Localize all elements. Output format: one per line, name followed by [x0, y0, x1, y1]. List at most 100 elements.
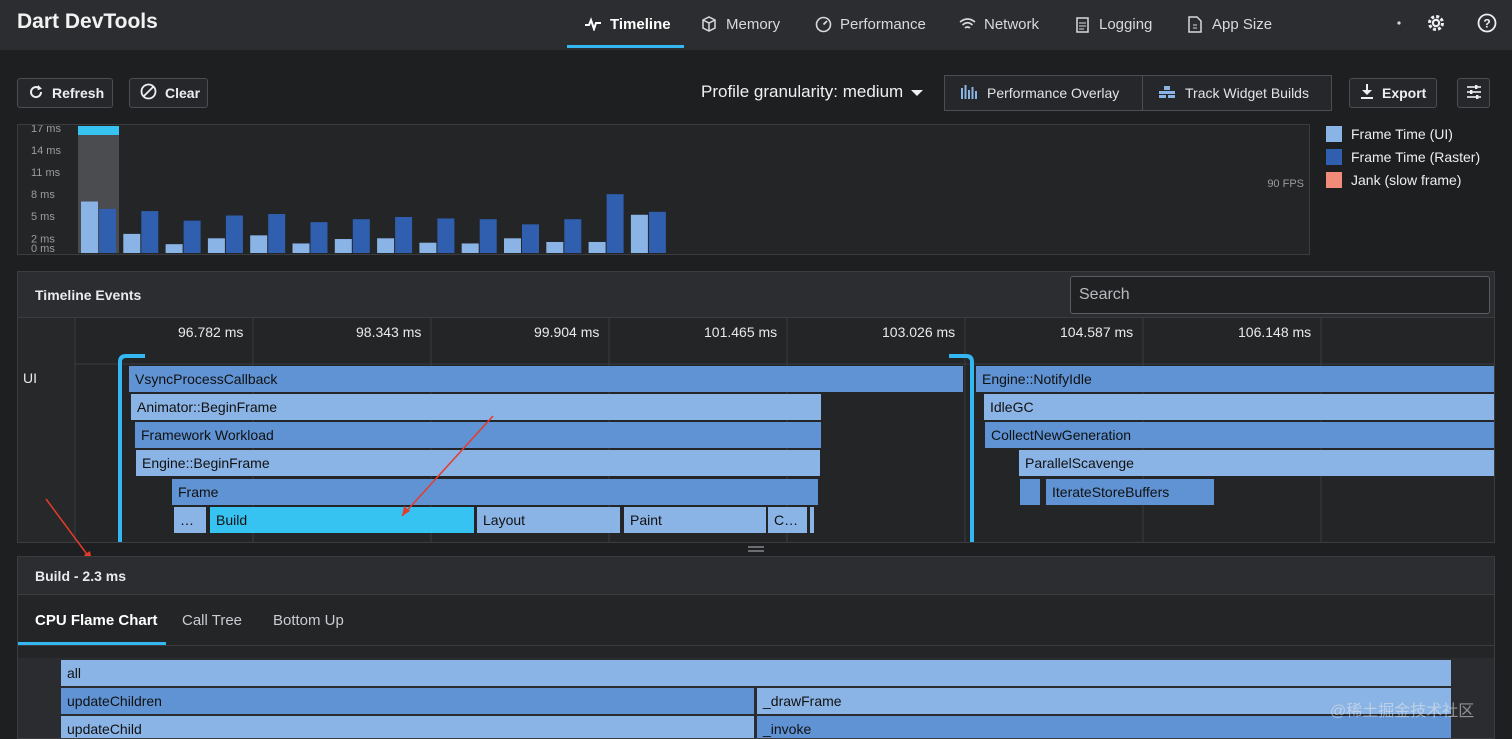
performance-overlay-button[interactable]: Performance Overlay — [944, 75, 1143, 111]
event-bar[interactable]: Engine::BeginFrame — [136, 450, 820, 476]
settings-icon[interactable] — [1425, 12, 1447, 34]
logging-icon — [1073, 15, 1091, 33]
flame-chart-area: all updateChildren _drawFrame updateChil… — [18, 658, 1494, 738]
event-bar[interactable]: VsyncProcessCallback — [129, 366, 963, 392]
flame-bar[interactable]: updateChild — [61, 716, 754, 738]
tab-network[interactable]: Network — [958, 0, 1039, 48]
y-tick-label: 14 ms — [31, 145, 61, 157]
legend-swatch — [1326, 125, 1342, 142]
search-input[interactable] — [1070, 276, 1490, 314]
dropdown-arrow-icon — [911, 82, 924, 102]
event-bar[interactable]: CollectNewGeneration — [985, 422, 1494, 448]
event-bar[interactable]: Animator::BeginFrame — [131, 394, 821, 420]
svg-text:?: ? — [1483, 17, 1490, 31]
event-bar-selected[interactable]: Build — [210, 507, 474, 533]
time-label: 104.587 ms — [1060, 324, 1134, 340]
time-label: 98.343 ms — [356, 324, 422, 340]
tab-cpu-flame-chart[interactable]: CPU Flame Chart — [35, 595, 158, 645]
tab-call-tree[interactable]: Call Tree — [182, 595, 242, 645]
memory-icon — [700, 15, 718, 33]
frame-chart[interactable]: 17 ms 14 ms 11 ms 8 ms 5 ms 2 ms 0 ms 90 FPS — [17, 123, 1311, 256]
time-label: 96.782 ms — [178, 324, 244, 340]
event-bar[interactable]: Layout — [477, 507, 620, 533]
legend-swatch — [1326, 171, 1342, 188]
app-bar: Dart DevTools Timeline Memory Performanc… — [0, 0, 1512, 50]
tab-performance[interactable]: Performance — [814, 0, 926, 48]
download-icon — [1360, 83, 1374, 103]
frame-bar-raster — [141, 211, 159, 253]
event-bar[interactable]: … — [174, 507, 206, 533]
selected-frame-marker — [78, 126, 119, 135]
track-widget-builds-label: Track Widget Builds — [1185, 85, 1309, 101]
tab-logging[interactable]: Logging — [1073, 0, 1152, 48]
event-bar[interactable]: Engine::NotifyIdle — [976, 366, 1494, 392]
tab-memory[interactable]: Memory — [700, 0, 780, 48]
event-bar[interactable]: ParallelScavenge — [1019, 450, 1494, 476]
legend-swatch — [1326, 148, 1342, 165]
refresh-icon — [28, 84, 44, 103]
flame-bar[interactable]: all — [61, 660, 1451, 686]
event-bar[interactable]: Frame — [172, 479, 818, 505]
annotation-arrow-overlay — [45, 498, 93, 562]
performance-icon — [814, 15, 832, 33]
event-bar[interactable]: Framework Workload — [135, 422, 821, 448]
export-label: Export — [1382, 85, 1427, 101]
fps-label: 90 FPS — [1267, 178, 1304, 190]
tab-timeline[interactable]: Timeline — [584, 0, 671, 48]
tab-app-size[interactable]: App Size — [1186, 0, 1272, 48]
clear-button[interactable]: Clear — [129, 78, 208, 108]
frame-bar-ui — [461, 243, 479, 253]
timeline-events-panel: Timeline Events 96.782 ms 98.343 ms 99.9… — [17, 271, 1495, 543]
event-bar[interactable]: Paint — [624, 507, 766, 533]
frame-bar-raster — [310, 222, 328, 253]
frame-bar-raster — [564, 219, 582, 253]
frame-bar-raster — [395, 216, 413, 253]
timeline-events-header: Timeline Events — [18, 272, 1494, 318]
refresh-label: Refresh — [52, 85, 105, 101]
frame-bar-ui — [123, 233, 141, 253]
performance-overlay-label: Performance Overlay — [987, 85, 1120, 101]
track-widget-builds-button[interactable]: Track Widget Builds — [1142, 75, 1332, 111]
frame-bar-raster — [352, 219, 370, 253]
frame-bar-raster — [99, 208, 116, 253]
help-icon[interactable]: ? — [1476, 12, 1498, 34]
status-dot-icon — [1388, 12, 1410, 34]
export-button[interactable]: Export — [1349, 78, 1437, 108]
frame-bar-ui — [292, 243, 310, 253]
event-bar[interactable] — [1020, 479, 1040, 505]
legend-item: Jank (slow frame) — [1326, 168, 1480, 191]
split-resize-handle[interactable] — [748, 546, 764, 552]
refresh-button[interactable]: Refresh — [17, 78, 113, 108]
tab-bottom-up[interactable]: Bottom Up — [273, 595, 344, 645]
frame-bar-ui — [81, 201, 98, 253]
frame-chart-legend: Frame Time (UI) Frame Time (Raster) Jank… — [1326, 122, 1480, 191]
frame-bar-ui — [504, 238, 521, 253]
frame-bar-ui — [546, 241, 564, 253]
frame-bar-raster — [268, 214, 286, 253]
frame-bar-ui — [165, 244, 183, 253]
frame-bar-raster — [606, 194, 624, 253]
settings-tune-button[interactable] — [1457, 78, 1490, 108]
frame-bar-raster — [183, 220, 201, 253]
y-tick-label: 5 ms — [31, 211, 55, 223]
timeline-events-title: Timeline Events — [35, 287, 142, 303]
event-bar[interactable] — [810, 507, 814, 533]
tab-label: Performance — [840, 15, 926, 33]
legend-item: Frame Time (Raster) — [1326, 145, 1480, 168]
profile-granularity-dropdown[interactable]: Profile granularity: medium — [701, 82, 924, 102]
clear-icon — [140, 83, 157, 103]
clear-label: Clear — [165, 85, 201, 101]
time-label: 99.904 ms — [534, 324, 600, 340]
frame-bar-ui — [377, 238, 395, 253]
frame-bar-raster — [437, 218, 455, 253]
event-bar[interactable]: C… — [768, 507, 807, 533]
time-label: 101.465 ms — [704, 324, 778, 340]
event-bar[interactable]: IdleGC — [984, 394, 1494, 420]
event-details-panel: Build - 2.3 ms CPU Flame Chart Call Tree… — [17, 556, 1495, 739]
frame-bar-raster — [225, 215, 243, 253]
event-bar[interactable]: IterateStoreBuffers — [1046, 479, 1214, 505]
frame-chart-svg[interactable]: 17 ms14 ms11 ms8 ms5 ms2 ms0 ms90 FPS — [18, 123, 1311, 256]
flame-bar[interactable]: updateChildren — [61, 688, 754, 714]
active-tab-indicator — [567, 45, 684, 48]
event-details-title: Build - 2.3 ms — [18, 557, 1494, 595]
